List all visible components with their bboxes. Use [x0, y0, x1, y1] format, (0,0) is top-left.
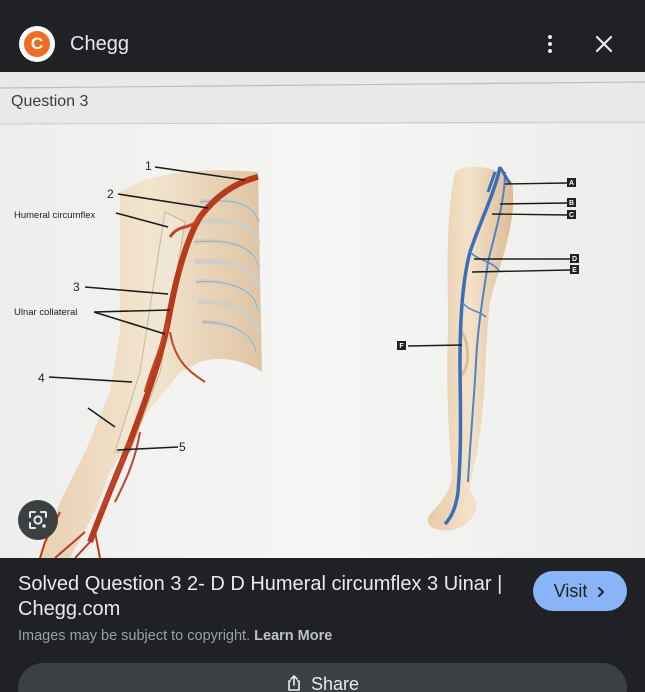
chegg-logo: C — [19, 26, 55, 62]
label-ulnar-collateral: Ulnar collateral — [14, 307, 77, 318]
leg-label-a: A — [569, 180, 574, 187]
label-3: 3 — [73, 280, 80, 294]
top-bar: C Chegg — [0, 0, 645, 80]
google-lens-icon[interactable] — [18, 500, 58, 540]
visit-label: Visit — [553, 581, 588, 601]
question-heading: Question 3 — [11, 93, 88, 110]
leg-label-f: F — [399, 343, 404, 350]
share-label: Share — [310, 674, 360, 692]
chevron-right-icon — [596, 571, 606, 611]
more-vert-icon[interactable] — [540, 30, 560, 58]
visit-button[interactable]: Visit — [533, 571, 627, 611]
leg-label-e: E — [572, 267, 577, 274]
learn-more-link[interactable]: Learn More — [254, 628, 332, 644]
copyright-text: Images may be subject to copyright. — [18, 628, 251, 644]
close-icon[interactable] — [590, 30, 618, 58]
label-5: 5 — [179, 440, 186, 454]
result-title[interactable]: Solved Question 3 2- D D Humeral circumf… — [18, 572, 518, 622]
label-4: 4 — [38, 371, 45, 385]
copyright-notice: Images may be subject to copyright. Lear… — [18, 628, 332, 644]
site-name: Chegg — [70, 33, 129, 55]
label-humeral-circumflex: Humeral circumflex — [14, 210, 96, 221]
label-2: 2 — [107, 187, 114, 201]
result-image[interactable]: Question 3 1 2 Humeral circumflex 3 Ulna… — [0, 72, 645, 558]
leg-label-c: C — [569, 212, 574, 219]
leg-label-b: B — [569, 200, 574, 207]
logo-letter: C — [24, 31, 50, 57]
share-button[interactable]: Share — [18, 663, 627, 692]
leg-label-d: D — [572, 256, 577, 263]
label-1: 1 — [145, 159, 152, 173]
share-icon — [286, 674, 302, 692]
anatomy-diagram: Question 3 1 2 Humeral circumflex 3 Ulna… — [0, 72, 645, 558]
